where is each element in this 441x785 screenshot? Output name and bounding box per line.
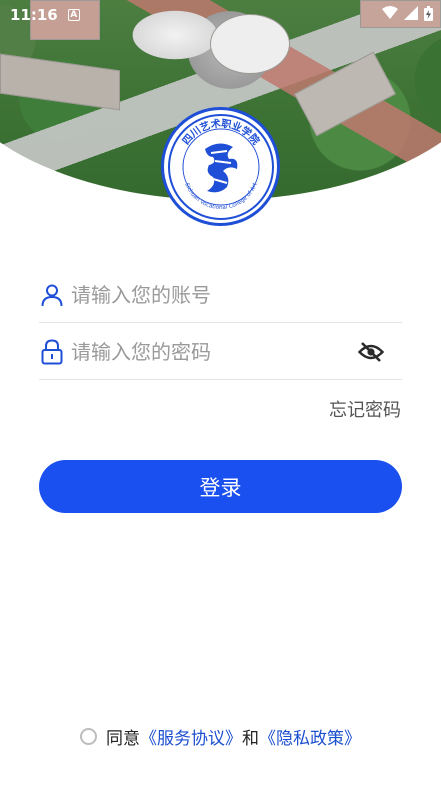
lock-icon [39,338,65,365]
service-agreement-link[interactable]: 《服务协议》 [140,724,242,749]
agreement-row: 同意 《服务协议》 和 《隐私政策》 [0,723,441,749]
cellular-signal-icon [404,6,418,24]
battery-charging-icon [424,5,433,25]
agreement-joiner-text: 和 [242,728,259,749]
eye-off-icon [358,341,384,362]
account-input[interactable] [71,274,402,315]
college-logo: 四川艺术职业学院 Sichuan Vocational College of A… [161,107,280,226]
notification-icon: A [67,9,80,21]
user-icon [39,282,65,308]
agreement-radio[interactable] [80,727,97,745]
status-bar: 11:16 A [0,0,441,30]
forgot-password-link[interactable]: 忘记密码 [329,396,401,422]
login-button[interactable]: 登录 [39,460,402,513]
password-field-row [39,324,402,380]
status-time: 11:16 [10,6,58,24]
agreement-prefix-text: 同意 [106,728,140,749]
college-seal-icon: 四川艺术职业学院 Sichuan Vocational College of A… [167,113,274,220]
password-input[interactable] [71,331,356,372]
privacy-policy-link[interactable]: 《隐私政策》 [259,724,361,749]
wifi-icon [382,6,398,24]
account-field-row [39,267,402,323]
password-visibility-toggle[interactable] [356,337,386,367]
